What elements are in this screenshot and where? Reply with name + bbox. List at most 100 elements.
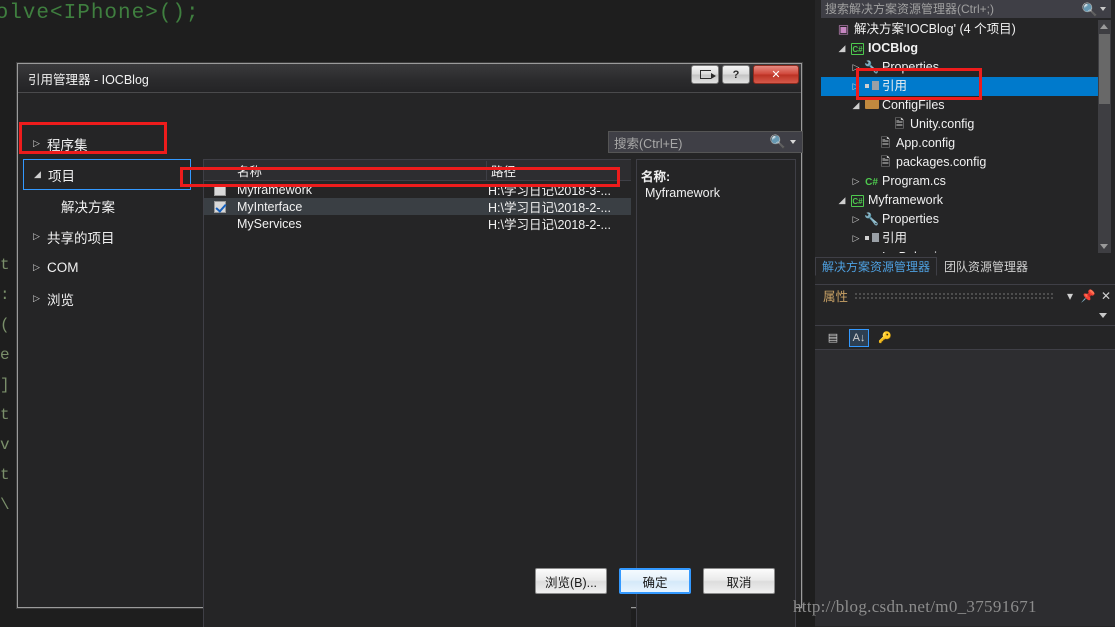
vs-ide-screenshot: solve<IPhone>(); t:(e] t v t \ 搜索解决方案资源管理器(C… (0, 0, 1115, 627)
category-label: 程序集 (47, 137, 88, 153)
reference-list-view[interactable]: 名称 路径 Myframework H:\学习日记\2018-3-... MyInt… (203, 159, 631, 627)
browse-button[interactable]: 浏览(B)... (535, 568, 607, 594)
restore-button[interactable] (691, 65, 719, 84)
tree-node-label: Unity.config (910, 117, 975, 131)
reference-row[interactable]: MyInterface H:\学习日记\2018-2-... (204, 198, 631, 215)
reference-name: Myframework (237, 182, 313, 197)
tree-node[interactable]: 🗎 Unity.config (821, 115, 1109, 134)
folder-icon (864, 99, 879, 109)
expander-expand-icon[interactable]: ▷ (33, 231, 47, 242)
dialog-category-tree[interactable]: ▷ 程序集 ◢ 项目 解决方案 ▷ 共享的项目 ▷ COM ▷ 浏览 (23, 128, 191, 568)
pin-icon[interactable]: 📌 (1079, 289, 1097, 303)
row-checkbox-cell[interactable] (204, 218, 237, 230)
dock-tab-label: 解决方案资源管理器 (822, 260, 931, 274)
property-pages-icon-glyph: 🔑 (878, 332, 892, 344)
close-button[interactable]: ✕ (753, 65, 799, 84)
tree-node[interactable]: ◢ C# Myframework (821, 191, 1109, 210)
tree-node[interactable]: ◢ ConfigFiles (821, 96, 1109, 115)
categorized-icon[interactable]: ▤ (823, 329, 843, 347)
tree-node-label: Program.cs (882, 174, 946, 188)
search-icon[interactable]: 🔍 (1082, 1, 1100, 17)
properties-toolbar[interactable]: ▤ A↓ 🔑 (815, 326, 1115, 350)
solution-explorer-tree[interactable]: ▣ 解决方案'IOCBlog' (4 个项目) ◢ C# IOCBlog ▷ 🔧 Proper… (821, 20, 1109, 253)
reference-row[interactable]: Myframework H:\学习日记\2018-3-... (204, 181, 631, 198)
properties-grid[interactable] (815, 350, 1115, 626)
row-checkbox-cell[interactable] (204, 183, 237, 196)
tree-node-label: IocBehavior (880, 248, 948, 253)
column-header-path[interactable]: 路径 (486, 160, 631, 180)
tree-node[interactable]: 🗎 App.config (821, 134, 1109, 153)
tree-node-label: Properties (882, 212, 939, 226)
reference-row[interactable]: MyServices H:\学习日记\2018-2-... (204, 215, 631, 233)
tree-node[interactable]: ▷ C# Program.cs (821, 172, 1109, 191)
category-label: COM (47, 260, 79, 275)
tree-node[interactable]: ▷ 引用 (821, 229, 1109, 248)
expander-expand-icon[interactable]: ▷ (849, 248, 863, 253)
expander-collapse-icon[interactable]: ◢ (849, 96, 863, 115)
scroll-down-arrow-icon[interactable] (1100, 244, 1108, 249)
dock-tab[interactable]: 团队资源管理器 (937, 257, 1035, 276)
categorized-icon-glyph: ▤ (827, 332, 839, 344)
alphabetical-sort-icon[interactable]: A↓ (849, 328, 869, 347)
properties-object-selector[interactable] (815, 306, 1115, 326)
expander-expand-icon[interactable]: ▷ (849, 210, 863, 229)
chevron-down-icon[interactable] (1099, 313, 1107, 318)
ok-button[interactable]: 确定 (619, 568, 691, 594)
expander-expand-icon[interactable]: ▷ (849, 58, 863, 77)
tree-node-label: 引用 (882, 79, 908, 93)
expander-expand-icon[interactable]: ▷ (849, 229, 863, 248)
checkbox-icon[interactable] (214, 200, 226, 213)
property-pages-icon[interactable]: 🔑 (875, 329, 895, 347)
dock-tab-label: 团队资源管理器 (944, 260, 1029, 274)
search-icon[interactable]: 🔍 (770, 134, 786, 150)
category-item[interactable]: ◢ 项目 (23, 159, 191, 190)
tree-node[interactable]: 🗎 packages.config (821, 153, 1109, 172)
category-item[interactable]: ▷ 程序集 (23, 128, 191, 159)
chevron-down-icon[interactable]: ▾ (1061, 289, 1079, 303)
help-button[interactable]: ? (722, 65, 750, 84)
expander-expand-icon[interactable]: ▷ (849, 172, 863, 191)
tree-node-label: Myframework (868, 193, 944, 207)
expander-expand-icon[interactable]: ▷ (849, 77, 863, 96)
expander-collapse-icon[interactable]: ◢ (835, 39, 849, 58)
tree-node[interactable]: ▷C#IocBehavior (821, 248, 1109, 253)
scrollbar-thumb[interactable] (1099, 34, 1110, 104)
scroll-up-arrow-icon[interactable] (1100, 24, 1108, 29)
expander-expand-icon[interactable]: ▷ (33, 262, 47, 273)
tree-node-label: 引用 (882, 231, 908, 245)
dialog-search-input[interactable]: 搜索(Ctrl+E) 🔍 (608, 131, 803, 153)
list-rows[interactable]: Myframework H:\学习日记\2018-3-... MyInterface… (204, 181, 631, 232)
tree-node[interactable]: ▷ 引用 (821, 77, 1109, 96)
window-buttons[interactable]: ? ✕ (691, 65, 799, 84)
row-checkbox-cell[interactable] (204, 200, 237, 213)
solution-explorer-tab-strip[interactable]: 解决方案资源管理器 团队资源管理器 (815, 256, 1115, 276)
dialog-button-row[interactable]: 浏览(B)... 确定 取消 (18, 568, 803, 594)
checkbox-icon[interactable] (214, 183, 226, 196)
chevron-down-icon[interactable] (1100, 7, 1106, 11)
reference-name: MyInterface (237, 199, 303, 214)
tree-node[interactable]: ▣ 解决方案'IOCBlog' (4 个项目) (821, 20, 1109, 39)
tree-node[interactable]: ▷ 🔧 Properties (821, 58, 1109, 77)
expander-collapse-icon[interactable]: ◢ (34, 169, 48, 180)
category-item[interactable]: 解决方案 (23, 190, 191, 221)
category-item[interactable]: ▷ 浏览 (23, 283, 191, 314)
category-item[interactable]: ▷ COM (23, 252, 191, 283)
expander-expand-icon[interactable]: ▷ (33, 293, 47, 304)
tree-node[interactable]: ▷ 🔧 Properties (821, 210, 1109, 229)
reference-path: H:\学习日记\2018-2-... (488, 218, 611, 232)
close-icon[interactable]: ✕ (1097, 289, 1115, 303)
properties-title: 属性 (823, 290, 849, 304)
cancel-button[interactable]: 取消 (703, 568, 775, 594)
tree-node[interactable]: ◢ C# IOCBlog (821, 39, 1109, 58)
solution-explorer-scrollbar[interactable] (1098, 20, 1111, 253)
dialog-title-bar[interactable]: 引用管理器 - IOCBlog ? ✕ (18, 64, 801, 93)
dock-tab[interactable]: 解决方案资源管理器 (815, 257, 938, 276)
drag-dots (854, 292, 1055, 299)
expander-expand-icon[interactable]: ▷ (33, 138, 47, 149)
solution-explorer-search-input[interactable]: 搜索解决方案资源管理器(Ctrl+;) 🔍 (821, 0, 1111, 18)
expander-collapse-icon[interactable]: ◢ (835, 191, 849, 210)
reference-name: MyServices (237, 216, 302, 231)
chevron-down-icon[interactable] (790, 140, 796, 144)
column-header-name[interactable]: 名称 (204, 161, 486, 180)
category-item[interactable]: ▷ 共享的项目 (23, 221, 191, 252)
